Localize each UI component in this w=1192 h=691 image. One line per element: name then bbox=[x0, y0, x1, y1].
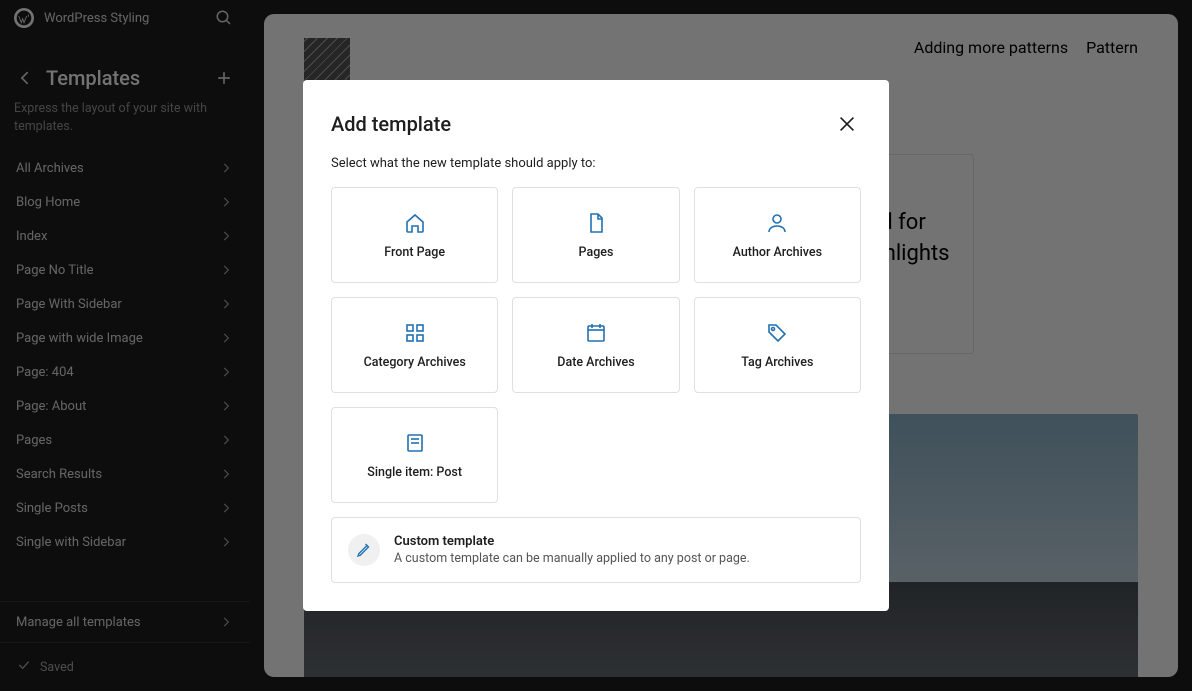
tile-label: Author Archives bbox=[733, 245, 822, 260]
author-icon bbox=[765, 211, 789, 235]
template-tile-grid: Front Page Pages Author Archives Categor… bbox=[331, 187, 861, 393]
custom-title: Custom template bbox=[394, 534, 750, 549]
custom-subtitle: A custom template can be manually applie… bbox=[394, 551, 750, 566]
modal-description: Select what the new template should appl… bbox=[331, 156, 861, 171]
tile-label: Pages bbox=[579, 245, 614, 260]
tile-front-page[interactable]: Front Page bbox=[331, 187, 498, 283]
tag-icon bbox=[765, 321, 789, 345]
close-button[interactable] bbox=[833, 110, 861, 138]
tile-label: Date Archives bbox=[557, 355, 634, 370]
tile-tag-archives[interactable]: Tag Archives bbox=[694, 297, 861, 393]
pencil-icon bbox=[348, 534, 380, 566]
custom-text: Custom template A custom template can be… bbox=[394, 534, 750, 566]
home-icon bbox=[403, 211, 427, 235]
tile-author-archives[interactable]: Author Archives bbox=[694, 187, 861, 283]
tile-single-post[interactable]: Single item: Post bbox=[331, 407, 498, 503]
single-post-icon bbox=[403, 431, 427, 455]
modal-title: Add template bbox=[331, 112, 451, 136]
modal-overlay: Add template Select what the new templat… bbox=[0, 0, 1192, 691]
tile-label: Single item: Post bbox=[367, 465, 462, 480]
single-tile-row: Single item: Post bbox=[331, 407, 861, 503]
add-template-modal: Add template Select what the new templat… bbox=[303, 80, 889, 611]
page-icon bbox=[584, 211, 608, 235]
tile-label: Front Page bbox=[384, 245, 445, 260]
tile-date-archives[interactable]: Date Archives bbox=[512, 297, 679, 393]
tile-label: Category Archives bbox=[364, 355, 466, 370]
date-icon bbox=[584, 321, 608, 345]
tile-label: Tag Archives bbox=[741, 355, 813, 370]
modal-header: Add template bbox=[331, 110, 861, 138]
category-icon bbox=[403, 321, 427, 345]
tile-pages[interactable]: Pages bbox=[512, 187, 679, 283]
tile-category-archives[interactable]: Category Archives bbox=[331, 297, 498, 393]
tile-custom-template[interactable]: Custom template A custom template can be… bbox=[331, 517, 861, 583]
custom-row: Custom template A custom template can be… bbox=[331, 517, 861, 583]
